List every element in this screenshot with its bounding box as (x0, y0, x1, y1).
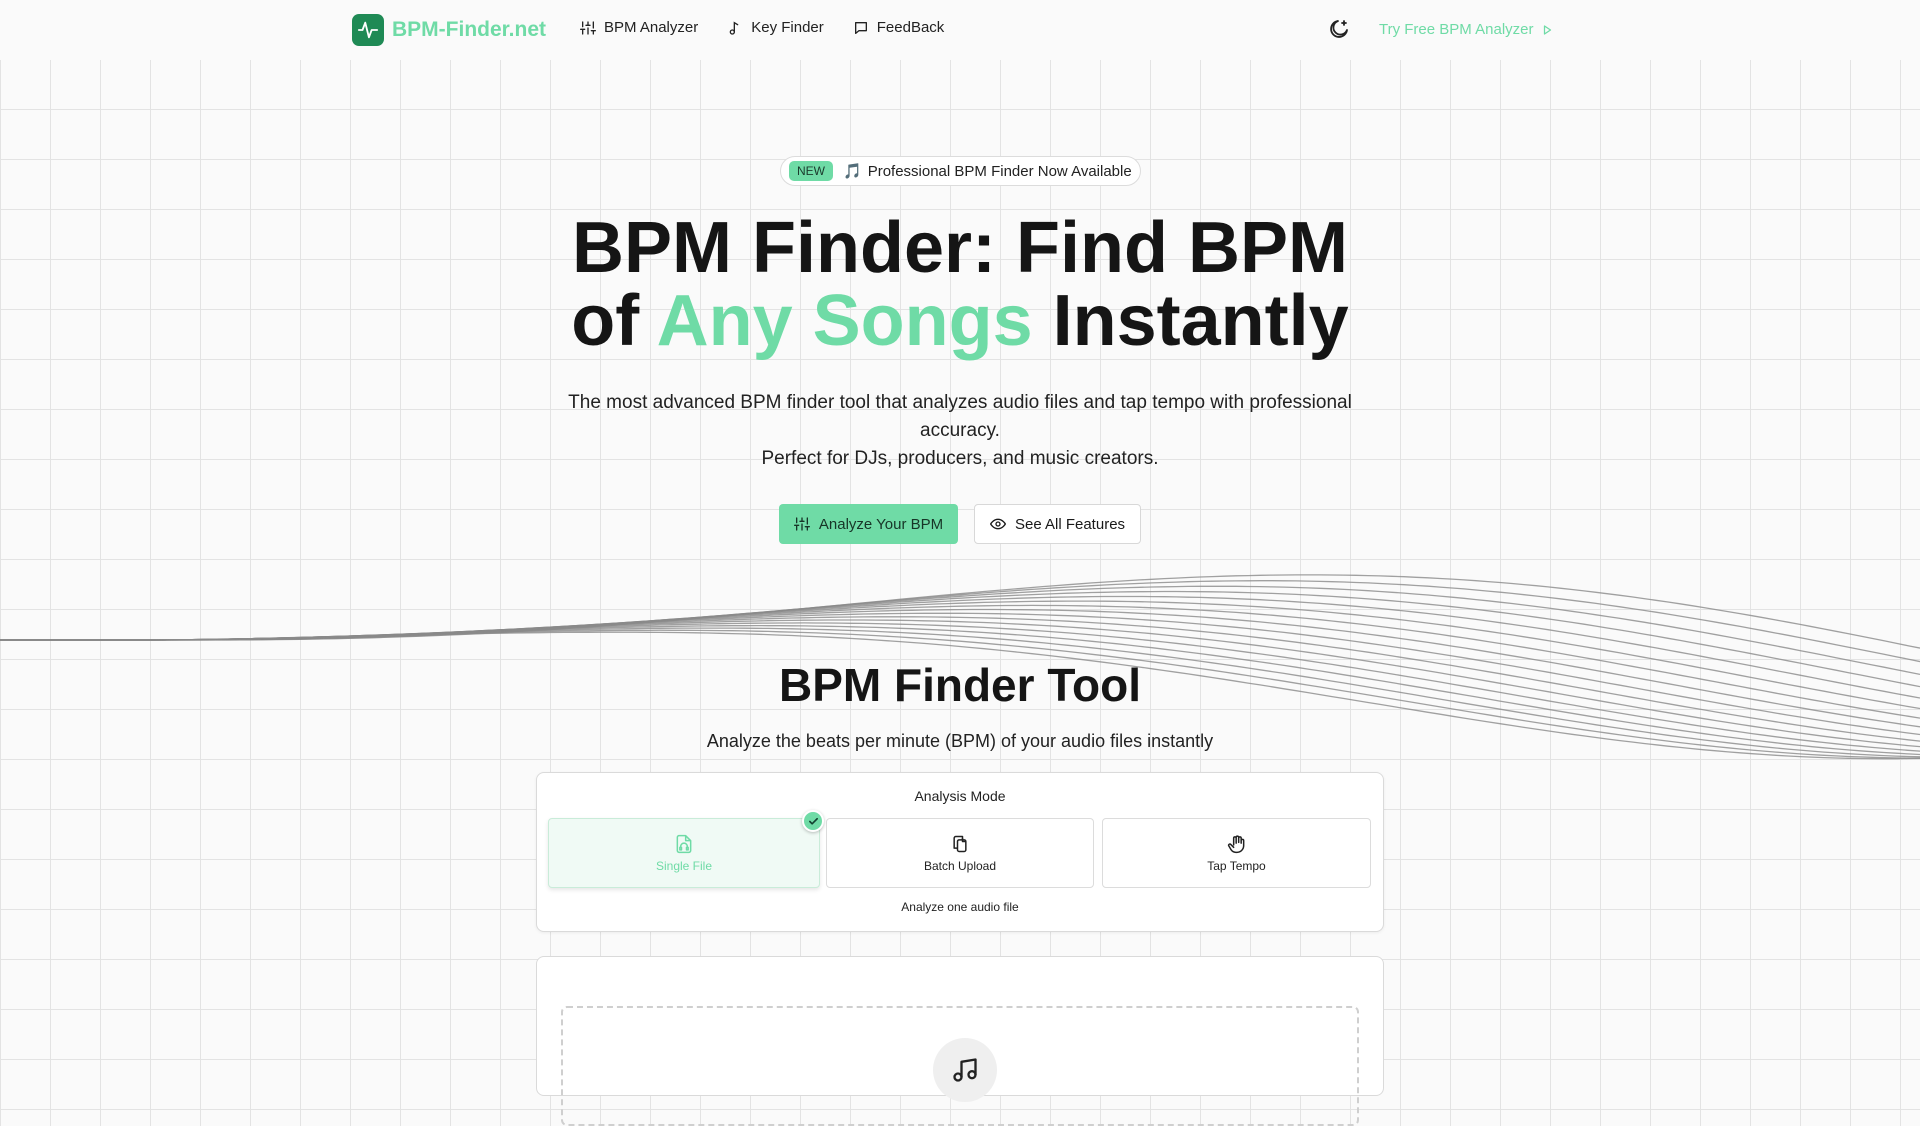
tool-section-title: BPM Finder Tool (778, 659, 1141, 711)
mode-batch-upload[interactable]: Batch Upload (826, 818, 1094, 888)
nav-key-finder[interactable]: Key Finder (727, 19, 824, 36)
hero-subtitle: The most advanced BPM finder tool that a… (568, 392, 1352, 469)
hero-title: BPM Finder: Find BPM of Any Songs Instan… (571, 208, 1349, 361)
message-icon (854, 21, 867, 34)
hero-title-accent: Any Songs (656, 281, 1033, 361)
analyze-bpm-button[interactable]: Analyze Your BPM (779, 504, 958, 544)
sliders-icon (580, 20, 596, 35)
nav-feedback[interactable]: FeedBack (853, 19, 945, 36)
pulse-icon (352, 14, 384, 46)
mode-description: Analyze one audio file (901, 900, 1019, 914)
nav-label: Key Finder (751, 19, 824, 36)
decorative-wave-lines (0, 574, 1920, 760)
sliders-icon (793, 517, 810, 531)
top-navigation-bar: BPM-Finder.net BPM Analyzer Key Finder F… (0, 0, 1920, 60)
site-logo[interactable]: BPM-Finder.net (352, 14, 546, 46)
selected-check-icon (802, 810, 824, 832)
nav-bpm-analyzer[interactable]: BPM Analyzer (580, 19, 698, 36)
mode-single-file[interactable]: Single File (548, 818, 820, 888)
mode-tap-tempo[interactable]: Tap Tempo (1102, 818, 1371, 888)
eye-icon (989, 518, 1006, 530)
see-all-features-button[interactable]: See All Features (974, 504, 1141, 544)
file-dropzone[interactable] (561, 1006, 1359, 1126)
try-free-analyzer-link[interactable]: Try Free BPM Analyzer (1379, 21, 1553, 38)
cta-label: Try Free BPM Analyzer (1379, 21, 1534, 38)
nav-label: FeedBack (876, 19, 945, 36)
theme-toggle-button[interactable] (1326, 18, 1350, 42)
files-icon (953, 835, 967, 852)
moon-star-icon (1330, 20, 1348, 38)
music-upload-icon (933, 1038, 997, 1102)
new-badge: NEW (789, 161, 833, 181)
main-nav: BPM Analyzer Key Finder FeedBack (580, 19, 944, 36)
wave-line (0, 580, 1920, 663)
hand-icon (1227, 834, 1244, 853)
music-notes-icon: 🎵 (843, 163, 862, 180)
play-icon (1544, 24, 1552, 35)
wave-line (0, 574, 1920, 649)
nav-label: BPM Analyzer (604, 19, 699, 36)
announcement-pill[interactable]: NEW 🎵 Professional BPM Finder Now Availa… (780, 156, 1141, 186)
upload-card (536, 956, 1384, 1126)
announcement-text: Professional BPM Finder Now Available (867, 162, 1132, 180)
analysis-mode-card: Analysis Mode Single File Batch Upload T… (536, 772, 1384, 932)
music-note-icon (729, 20, 739, 35)
file-audio-icon (676, 834, 692, 853)
analysis-mode-label: Analysis Mode (914, 788, 1006, 804)
site-name: BPM-Finder.net (392, 18, 547, 41)
tool-section-subtitle: Analyze the beats per minute (BPM) of yo… (706, 731, 1214, 751)
hero-buttons: Analyze Your BPM See All Features (779, 504, 1141, 544)
